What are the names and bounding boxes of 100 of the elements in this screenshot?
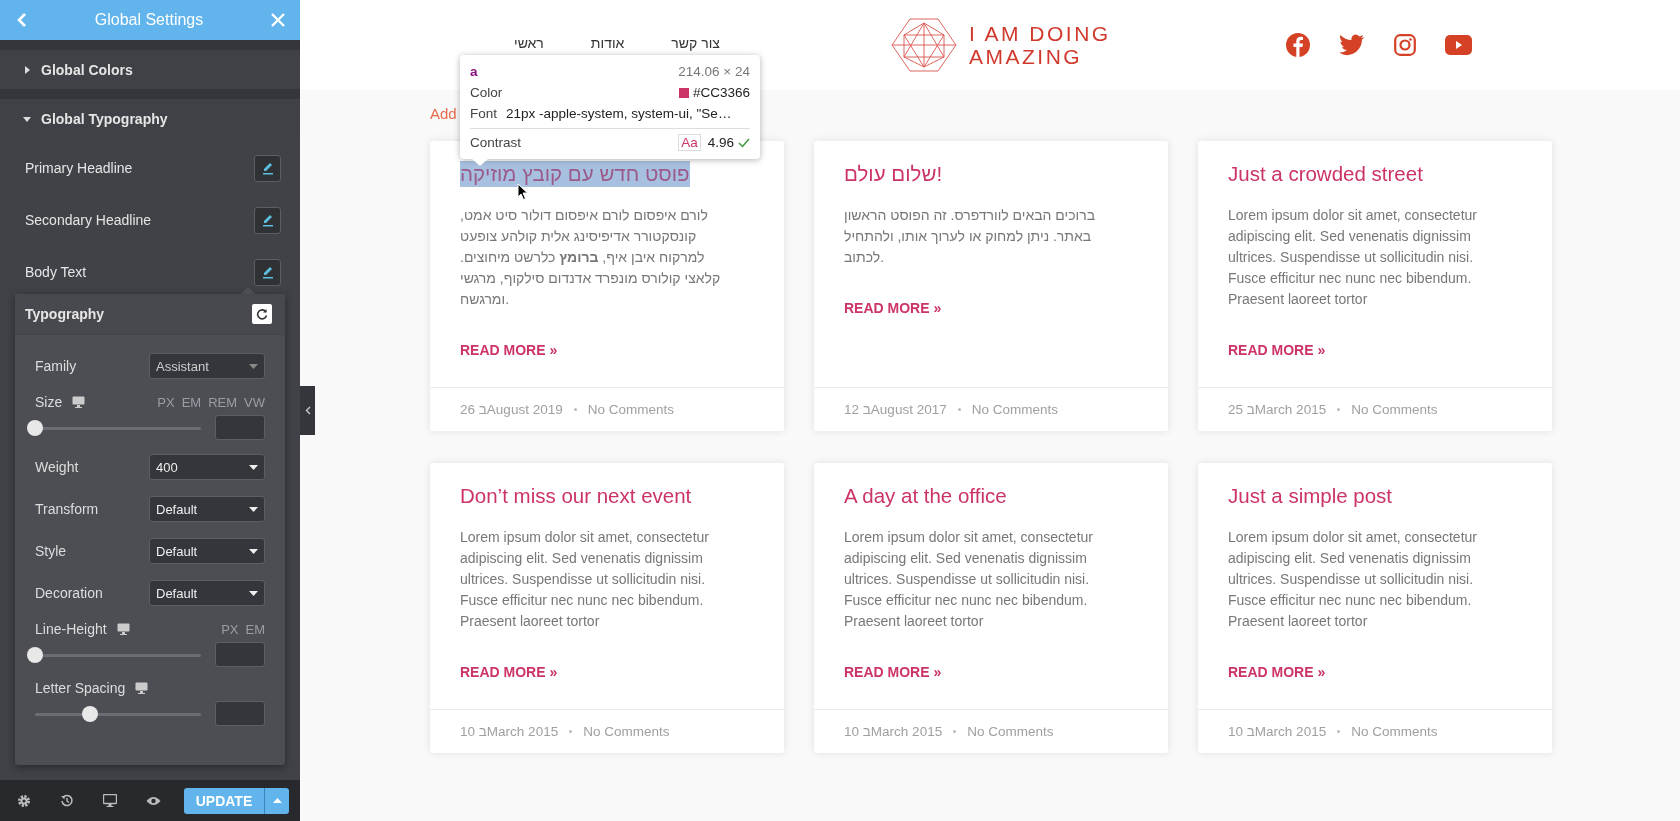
slider-thumb[interactable] [27,646,43,663]
control-label: Family [35,358,77,374]
read-more-link[interactable]: READ MORE » [844,664,942,680]
eye-icon[interactable] [146,795,161,806]
desktop-icon[interactable] [116,623,130,635]
pencil-icon [260,265,275,279]
comments-link[interactable]: No Comments [971,402,1058,417]
close-icon [270,12,286,28]
control-label: Style [35,543,67,559]
read-more-link[interactable]: READ MORE » [844,300,942,316]
facebook-icon[interactable] [1285,33,1310,57]
nav-link[interactable]: צור קשר [671,35,720,51]
separator-dot [1337,408,1341,411]
chevron-left-icon [304,406,311,415]
desktop-icon[interactable] [103,794,117,807]
comments-link[interactable]: No Comments [583,724,670,739]
typography-label: Primary Headline [25,160,133,176]
unit-option[interactable]: EM [181,394,202,410]
element-tag: a [470,64,478,79]
comments-link[interactable]: No Comments [1351,402,1438,417]
read-more-link[interactable]: READ MORE » [460,342,558,358]
nav-link[interactable]: ראשי [514,35,544,51]
caret-down-icon [249,464,258,470]
select-field[interactable]: Default [149,496,265,522]
desktop-icon[interactable] [72,396,86,408]
popover-title: Typography [25,306,105,322]
unit-option[interactable]: PX [221,621,239,637]
post-excerpt: Lorem ipsum dolor sit amet, consectetur adipiscing elit. Sed venenatis dignissim ultrices. Suspendisse ut sollicitudin nisi. Fusce efficitur nec nunc nec bibendum. Praesent laoreet tortor [1228,206,1478,309]
control-label: Line-Height [35,621,107,637]
comments-link[interactable]: No Comments [967,724,1054,739]
slider-thumb[interactable] [81,705,98,722]
section-header[interactable]: Global Typography [0,99,300,138]
caret-down-icon [249,363,258,369]
reset-button[interactable] [252,304,272,324]
post-title-link[interactable]: Just a simple post [1228,483,1393,509]
read-more-link[interactable]: READ MORE » [1228,664,1326,680]
unit-option[interactable]: REM [208,394,238,410]
slider-thumb[interactable] [27,419,43,436]
separator-dot [1337,730,1341,733]
select-field[interactable]: 400 [149,454,265,480]
unit-option[interactable]: PX [157,394,175,410]
property-value: 21px -apple-system, system-ui, "Se… [506,106,732,121]
caret-up-icon [272,798,282,803]
post-date: 10 בMarch 2015 [1228,724,1327,739]
select-field[interactable]: Default [149,580,265,606]
logo-text: AMAZING [969,45,1084,68]
select-field[interactable]: Default [149,538,265,564]
post-date: 26 בAugust 2019 [460,402,563,417]
contrast-sample: Aa [678,134,701,151]
post-title-link[interactable]: שלום עולם! [844,161,943,187]
options-button[interactable] [264,787,289,814]
post-excerpt: לורם איפסום לורם איפסום דולור סיט אמט, קונסקטורר אדיפיסינג אלית קולהע צופעט למרקוח איבן איף, ברומץ כלרשט מיחוצים. קלאצי קולורס מונפרד אדנדום סילקוף, מרגשי ומרגשח. [460,206,722,309]
control-label: Decoration [35,585,103,601]
caret-down-icon [23,114,31,123]
desktop-icon[interactable] [135,682,149,694]
number-field[interactable] [215,642,265,667]
comments-link[interactable]: No Comments [1351,724,1438,739]
property-label: Font [470,106,497,121]
control-label: Weight [35,459,79,475]
youtube-icon[interactable] [1444,35,1472,55]
read-more-link[interactable]: READ MORE » [1228,342,1326,358]
nav-link[interactable]: אודות [590,35,625,51]
twitter-icon[interactable] [1338,34,1365,56]
edit-button[interactable] [254,206,281,234]
add-link[interactable]: Add [430,105,457,122]
number-field[interactable] [215,415,265,440]
post-title-link[interactable]: פוסט חדש עם קובץ מוזיקה [460,161,690,187]
unit-option[interactable]: EM [245,621,265,637]
collapse-button[interactable] [300,386,315,435]
caret-down-icon [249,590,258,596]
history-icon[interactable] [60,793,74,808]
post-title-link[interactable]: Don’t miss our next event [460,483,692,509]
post-title-link[interactable]: A day at the office [844,483,1007,509]
edit-button[interactable] [254,154,281,182]
post-title-link[interactable]: Just a crowded street [1228,161,1423,187]
typography-label: Body Text [25,264,87,280]
separator-dot [953,730,957,733]
element-size: 214.06 × 24 [678,64,750,79]
comments-link[interactable]: No Comments [587,402,674,417]
separator-dot [569,730,573,733]
read-more-link[interactable]: READ MORE » [460,664,558,680]
control-label: Size [35,394,63,410]
section-header[interactable]: Global Colors [0,50,300,89]
post-excerpt: ברוכים הבאים לוורדפרס. זה הפוסט הראשון באתר. ניתן למחוק או לערוך אותו, ולהתחיל לכתוב. [844,206,1097,267]
pencil-icon [260,161,275,175]
section-title: Global Colors [41,61,133,78]
instagram-icon[interactable] [1393,34,1416,56]
separator-dot [573,408,577,411]
edit-button[interactable] [254,258,281,286]
separator-dot [957,408,961,411]
number-field[interactable] [215,701,265,726]
cursor-icon [517,183,529,201]
post-date: 10 בMarch 2015 [844,724,943,739]
settings-icon[interactable] [17,793,31,808]
post-date: 25 בMarch 2015 [1228,402,1327,417]
post-excerpt: Lorem ipsum dolor sit amet, consectetur adipiscing elit. Sed venenatis dignissim ultrices. Suspendisse ut sollicitudin nisi. Fusce efficitur nec nunc nec bibendum. Praesent laoreet tortor [1228,528,1478,631]
logo-icon [890,17,958,73]
reset-icon [256,308,268,320]
logo-text: I AM DOING [969,22,1111,45]
unit-option[interactable]: VW [244,394,265,410]
